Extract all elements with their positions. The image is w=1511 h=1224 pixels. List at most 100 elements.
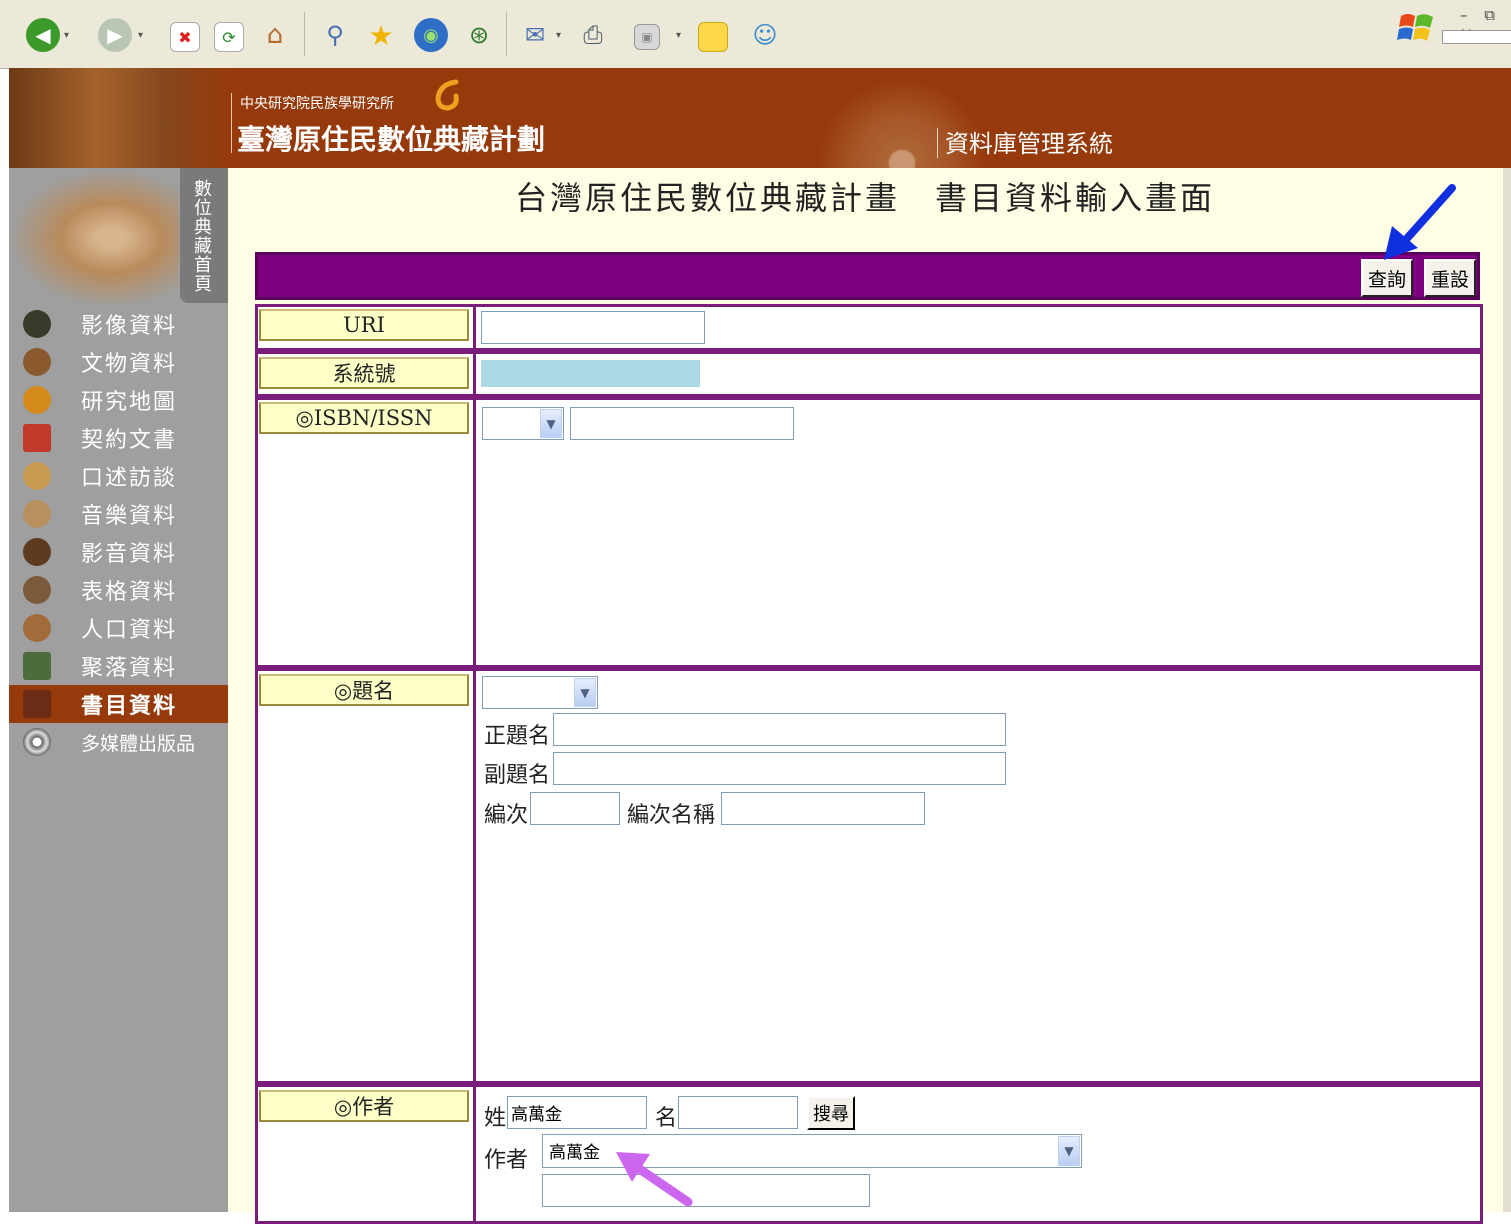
back-dropdown-icon[interactable]: ▾ (64, 30, 69, 41)
sidebar-item-label: 表格資料 (81, 580, 178, 605)
mail-icon[interactable]: ✉ (518, 18, 552, 52)
sidebar-item-label: 音樂資料 (81, 504, 178, 529)
author-select-label: 作者 (484, 1148, 529, 1173)
sidebar-item-tables[interactable]: 表格資料 (9, 571, 228, 609)
pottery-icon (23, 310, 51, 338)
isbn-label-cell (255, 397, 476, 668)
compass-icon (23, 386, 51, 414)
refresh-icon[interactable]: ⟳ (214, 22, 244, 52)
beads-icon (23, 614, 51, 642)
isbn-type-select[interactable]: ▼ (482, 407, 564, 440)
uri-input[interactable] (481, 311, 705, 344)
project-title: 臺灣原住民數位典藏計劃 (237, 123, 546, 156)
surname-input[interactable]: 高萬金 (507, 1096, 647, 1129)
chevron-down-icon[interactable]: ▼ (574, 678, 596, 707)
subtitle-input[interactable] (553, 752, 1006, 785)
history-icon[interactable]: ⊛ (462, 18, 496, 52)
swirl-logo-icon (435, 79, 459, 111)
disc-icon (23, 728, 51, 756)
main-title-input[interactable] (553, 713, 1006, 746)
sysno-field (481, 360, 700, 387)
page-scrollbar[interactable] (1503, 168, 1511, 1212)
sidebar-item-label: 契約文書 (81, 428, 178, 453)
sidebar-item-population[interactable]: 人口資料 (9, 609, 228, 647)
stop-icon[interactable]: ✖ (170, 22, 200, 52)
sidebar-item-multimedia[interactable]: 多媒體出版品 (9, 723, 228, 761)
title-label: ◎題名 (259, 674, 469, 706)
seal-icon (23, 424, 51, 452)
home-tab-label: 數位典藏首頁 (194, 179, 212, 295)
sidebar-item-label: 研究地圖 (81, 390, 178, 415)
sidebar-item-maps[interactable]: 研究地圖 (9, 381, 228, 419)
isbn-input[interactable] (570, 407, 794, 440)
system-divider (937, 128, 938, 158)
windows-logo-icon (1397, 8, 1437, 48)
pink-pointer-arrow-icon (616, 1152, 693, 1207)
chevron-down-icon[interactable]: ▼ (1058, 1136, 1080, 1166)
home-icon[interactable]: ⌂ (258, 18, 292, 52)
sidebar-item-label: 書目資料 (81, 694, 178, 719)
banner-artwork (9, 68, 229, 168)
edition-input[interactable] (530, 792, 620, 825)
main-title-label: 正題名 (484, 724, 551, 749)
author-select-value: 高萬金 (549, 1143, 600, 1163)
address-field[interactable] (1442, 30, 1511, 44)
surname-label: 姓 (484, 1106, 507, 1131)
totem-icon (23, 652, 51, 680)
search-button[interactable]: 搜尋 (807, 1096, 855, 1130)
back-icon[interactable]: ◀ (26, 18, 60, 52)
title-type-select[interactable]: ▼ (482, 676, 598, 709)
forward-dropdown-icon[interactable]: ▾ (138, 30, 143, 41)
page-title: 台灣原住民數位典藏計畫 書目資料輸入畫面 (515, 179, 1216, 217)
chevron-down-icon[interactable]: ▼ (540, 409, 562, 438)
sysno-label: 系統號 (259, 357, 469, 389)
sidebar-item-contracts[interactable]: 契約文書 (9, 419, 228, 457)
messenger-icon[interactable]: ☺ (748, 18, 782, 52)
sidebar-photo (9, 168, 179, 308)
sidebar-item-label: 口述訪談 (81, 466, 178, 491)
org-name: 中央研究院民族學研究所 (240, 96, 394, 112)
edition-label: 編次 (484, 803, 529, 828)
instrument-icon (23, 500, 51, 528)
sidebar-item-label: 文物資料 (81, 352, 178, 377)
shell-icon (23, 462, 51, 490)
sidebar-item-images[interactable]: 影像資料 (9, 305, 228, 343)
sidebar-item-music[interactable]: 音樂資料 (9, 495, 228, 533)
media-icon[interactable]: ◉ (414, 18, 448, 52)
browser-toolbar: ◀ ▾ ▶ ▾ ✖ ⟳ ⌂ ⚲ ★ ◉ ⊛ ✉ ▾ ⎙ ▣ ▾ ☺ – ⧉ × (0, 0, 1511, 69)
author-extra-input[interactable] (542, 1174, 870, 1207)
sidebar-item-label: 影像資料 (81, 314, 178, 339)
form-header-bar (255, 252, 1480, 300)
query-button[interactable]: 查詢 (1361, 259, 1414, 297)
edition-name-input[interactable] (721, 792, 925, 825)
sidebar: 數位典藏首頁 影像資料 文物資料 研究地圖 契約文書 口述訪談 音樂資料 影音資… (9, 168, 228, 1212)
favorites-icon[interactable]: ★ (364, 18, 398, 52)
subtitle-label: 副題名 (484, 763, 551, 788)
print-icon[interactable]: ⎙ (576, 18, 610, 52)
edit-dropdown-icon[interactable]: ▾ (676, 30, 681, 41)
sidebar-item-settlements[interactable]: 聚落資料 (9, 647, 228, 685)
sidebar-item-audiovisual[interactable]: 影音資料 (9, 533, 228, 571)
sidebar-item-bibliography[interactable]: 書目資料 (9, 685, 228, 723)
forward-icon[interactable]: ▶ (98, 18, 132, 52)
sidebar-item-label: 聚落資料 (81, 656, 178, 681)
given-name-input[interactable] (678, 1096, 798, 1129)
edit-icon[interactable]: ▣ (634, 24, 660, 50)
horn-icon (23, 538, 51, 566)
system-name: 資料庫管理系統 (945, 130, 1113, 158)
author-label: ◎作者 (259, 1090, 469, 1122)
isbn-label: ◎ISBN/ISSN (259, 402, 469, 434)
sidebar-item-interviews[interactable]: 口述訪談 (9, 457, 228, 495)
search-icon[interactable]: ⚲ (318, 18, 352, 52)
toolbar-separator (506, 12, 507, 56)
sidebar-item-artifacts[interactable]: 文物資料 (9, 343, 228, 381)
sidebar-item-label: 影音資料 (81, 542, 178, 567)
reset-button[interactable]: 重設 (1424, 259, 1477, 297)
title-label-cell (255, 668, 476, 1084)
discuss-icon[interactable] (698, 22, 728, 52)
blue-pointer-arrow-icon (1384, 184, 1456, 260)
book-icon (23, 690, 51, 718)
mail-dropdown-icon[interactable]: ▾ (556, 30, 561, 41)
toolbar-separator (304, 12, 305, 56)
artifact-icon (23, 348, 51, 376)
